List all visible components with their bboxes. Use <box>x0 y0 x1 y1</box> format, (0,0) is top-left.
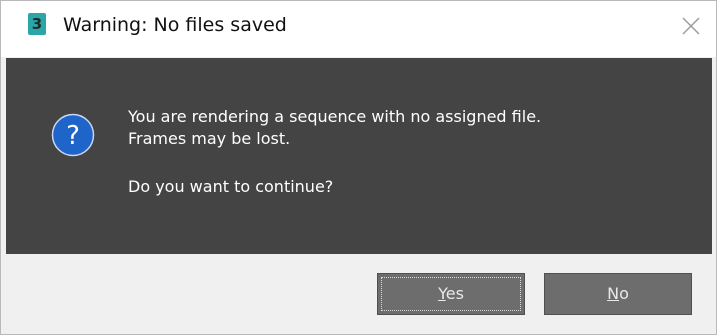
close-icon <box>682 17 700 35</box>
yes-label-rest: es <box>445 284 464 303</box>
no-button-label: No <box>607 284 629 303</box>
no-button[interactable]: No <box>544 273 692 315</box>
yes-button[interactable]: Yes <box>377 273 525 315</box>
question-icon: ? <box>51 113 95 157</box>
title-bar: 3 Warning: No files saved <box>1 1 716 57</box>
warning-dialog: 3 Warning: No files saved ? You are rend… <box>0 0 717 335</box>
message-line-2: Frames may be lost. <box>128 129 291 148</box>
message-area: ? You are rendering a sequence with no a… <box>6 58 712 254</box>
dialog-title: Warning: No files saved <box>63 14 287 36</box>
yes-button-label: Yes <box>438 284 464 303</box>
question-glyph: ? <box>66 121 80 151</box>
no-label-rest: o <box>619 284 629 303</box>
no-accelerator: N <box>607 284 620 303</box>
yes-accelerator: Y <box>438 284 446 303</box>
app-logo-icon: 3 <box>28 13 46 35</box>
close-button[interactable] <box>676 11 706 41</box>
message-text: You are rendering a sequence with no ass… <box>128 106 541 198</box>
button-bar: Yes No <box>1 254 716 334</box>
message-line-3: Do you want to continue? <box>128 177 334 196</box>
message-line-1: You are rendering a sequence with no ass… <box>128 107 542 126</box>
